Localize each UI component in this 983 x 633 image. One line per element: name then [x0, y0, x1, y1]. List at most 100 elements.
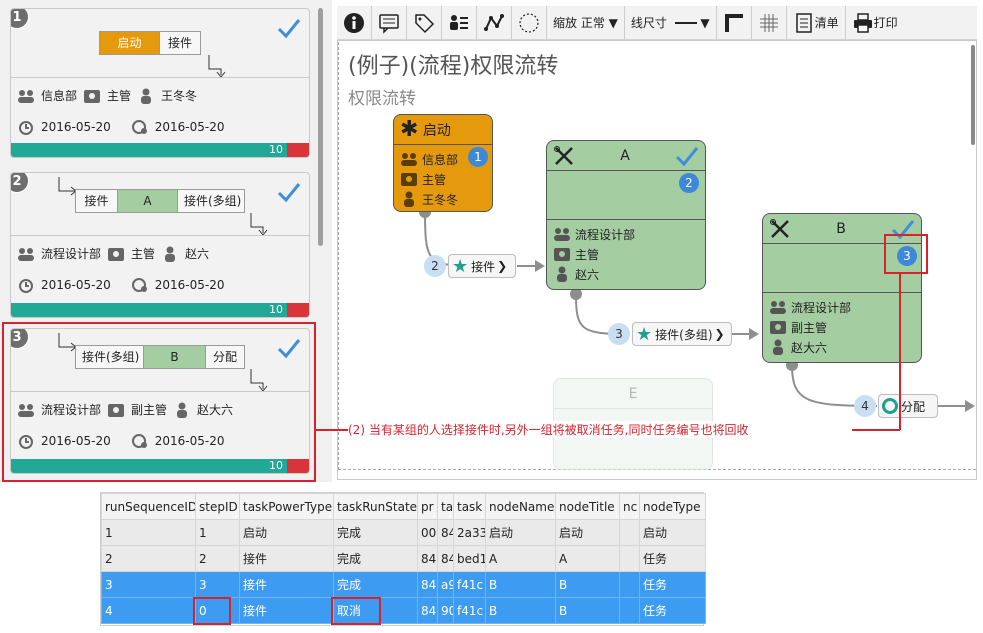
card-number: 1 [11, 9, 29, 29]
group-icon [18, 247, 34, 261]
flow-steps: 接件 A 接件(多组) [75, 189, 245, 213]
group-icon [401, 153, 417, 166]
dashed-circle-icon [519, 12, 539, 33]
timer-icon [19, 435, 33, 449]
user-icon [141, 88, 152, 104]
card-date-row: 2016-05-20 2016-05-20 [17, 119, 225, 135]
toolbar: 缩放 正常 ▼ 线尺寸 ▼ 清单 打印 [337, 5, 977, 40]
card-assignee-row: 流程设计部 副主管 赵大六 [17, 401, 233, 418]
flow-steps: 启动 接件 [99, 31, 201, 55]
ruler-icon [724, 13, 743, 32]
card-user: 王冬冬 [161, 89, 198, 103]
printer-icon [853, 12, 872, 33]
flow-steps: 接件(多组) B 分配 [75, 345, 245, 369]
tag-icon [415, 13, 435, 33]
zoom-control[interactable]: 缩放 正常 ▼ [547, 5, 625, 40]
table-row-selected[interactable]: 33接件完成84a9f41cBB任务 [101, 571, 706, 598]
asterisk-icon: ✱ [400, 116, 419, 142]
info-button[interactable] [337, 5, 372, 40]
grid-button[interactable] [752, 5, 787, 40]
column-header[interactable]: pr [417, 493, 438, 520]
user-list-icon [450, 14, 468, 30]
column-header[interactable]: nodeName [485, 493, 556, 520]
column-header[interactable]: task [453, 493, 486, 520]
tools-icon [554, 145, 573, 165]
document-list-icon [795, 12, 812, 33]
user-icon [165, 246, 176, 262]
card-progress-bar: 10 [11, 303, 309, 317]
column-header[interactable]: nc [619, 493, 640, 520]
check-icon [277, 183, 301, 203]
card-date-row: 2016-05-20 2016-05-20 [17, 433, 225, 449]
column-header[interactable]: taskRunState [333, 493, 418, 520]
column-header[interactable]: taskPowerType [239, 493, 334, 520]
column-header[interactable]: stepID [195, 493, 240, 520]
circle-tool-button[interactable] [512, 5, 547, 40]
table-row[interactable]: 11启动完成00842a33启动启动启动 [101, 519, 706, 546]
zoom-value: 正常 [580, 16, 605, 30]
list-button[interactable]: 清单 [787, 5, 846, 40]
group-icon [18, 89, 34, 103]
task-table: runSequenceID stepID taskPowerType taskR… [100, 492, 706, 626]
flow-arrow-icon [250, 369, 268, 392]
line-size-control[interactable]: 线尺寸 ▼ [625, 5, 717, 40]
card-end-date: 2016-05-20 [154, 120, 225, 134]
card-start-date: 2016-05-20 [41, 120, 111, 134]
chevron-down-icon: ▼ [604, 15, 618, 30]
comment-icon [379, 13, 399, 34]
task-card-3[interactable]: 3 接件(多组) B 分配 流程设计部 副主管 赵大六 2016-05-20 2… [10, 328, 310, 474]
card-number: 3 [11, 329, 29, 349]
flow-current: 启动 [100, 32, 160, 54]
comment-button[interactable] [372, 5, 407, 40]
group-icon [18, 403, 34, 417]
node-header: ✱ 启动 [394, 115, 492, 145]
ruler-button[interactable] [717, 5, 752, 40]
column-header[interactable]: nodeTitle [555, 493, 620, 520]
timer-end-icon [131, 278, 147, 292]
print-button[interactable]: 打印 [846, 6, 904, 40]
user-list-button[interactable] [442, 5, 477, 40]
card-date-row: 2016-05-20 2016-05-20 [17, 277, 225, 293]
card-assignee-row: 信息部 主管 王冬冬 [17, 87, 197, 104]
node-badge: 2 [679, 173, 699, 193]
check-icon [675, 146, 699, 166]
left-scrollbar[interactable] [318, 8, 323, 246]
info-icon [344, 12, 364, 33]
table-header-row: runSequenceID stepID taskPowerType taskR… [101, 493, 706, 520]
column-header[interactable]: runSequenceID [101, 493, 196, 520]
id-card-icon [108, 403, 125, 417]
annotation-text: (2) 当有某组的人选择接件时,另外一组将被取消任务,同时任务编号也将回收 [348, 421, 749, 438]
timer-end-icon [131, 120, 147, 134]
column-header[interactable]: ta [437, 493, 454, 520]
tag-button[interactable] [407, 5, 442, 40]
card-assignee-row: 流程设计部 主管 赵六 [17, 245, 209, 262]
task-card-1[interactable]: 1 启动 接件 信息部 主管 王冬冬 2016-05-20 2016-05-20… [10, 8, 310, 158]
highlight-box-stepid [193, 597, 231, 625]
node-start[interactable]: ✱ 启动 信息部 主管 王冬冬 1 [393, 114, 493, 212]
table-row[interactable]: 22接件完成8484bed1AA任务 [101, 545, 706, 572]
timer-end-icon [131, 434, 147, 448]
check-icon [277, 19, 301, 39]
card-number: 2 [11, 173, 29, 193]
annotation-lines [316, 274, 901, 431]
task-card-2[interactable]: 2 接件 A 接件(多组) 流程设计部 主管 赵六 2016-05-20 201… [10, 172, 310, 318]
grid-icon [759, 13, 778, 32]
card-progress-bar: 10 [11, 143, 309, 157]
timer-icon [19, 121, 33, 135]
id-card-icon [401, 173, 417, 186]
card-dept: 信息部 [41, 89, 78, 103]
check-icon [277, 339, 301, 359]
column-header[interactable]: nodeType [639, 493, 706, 520]
user-icon [177, 402, 188, 418]
highlight-box-state [331, 597, 381, 625]
user-icon [404, 191, 414, 207]
chevron-down-icon: ▼ [696, 15, 710, 30]
line-sample-icon [674, 21, 697, 24]
timer-icon [19, 279, 33, 293]
node-badge: 1 [468, 147, 488, 167]
flow-arrow-icon [208, 55, 226, 78]
flow-arrow-icon [250, 213, 268, 236]
connector-button[interactable] [477, 5, 512, 40]
id-card-icon [108, 247, 125, 261]
flow-next: 接件 [167, 36, 192, 50]
